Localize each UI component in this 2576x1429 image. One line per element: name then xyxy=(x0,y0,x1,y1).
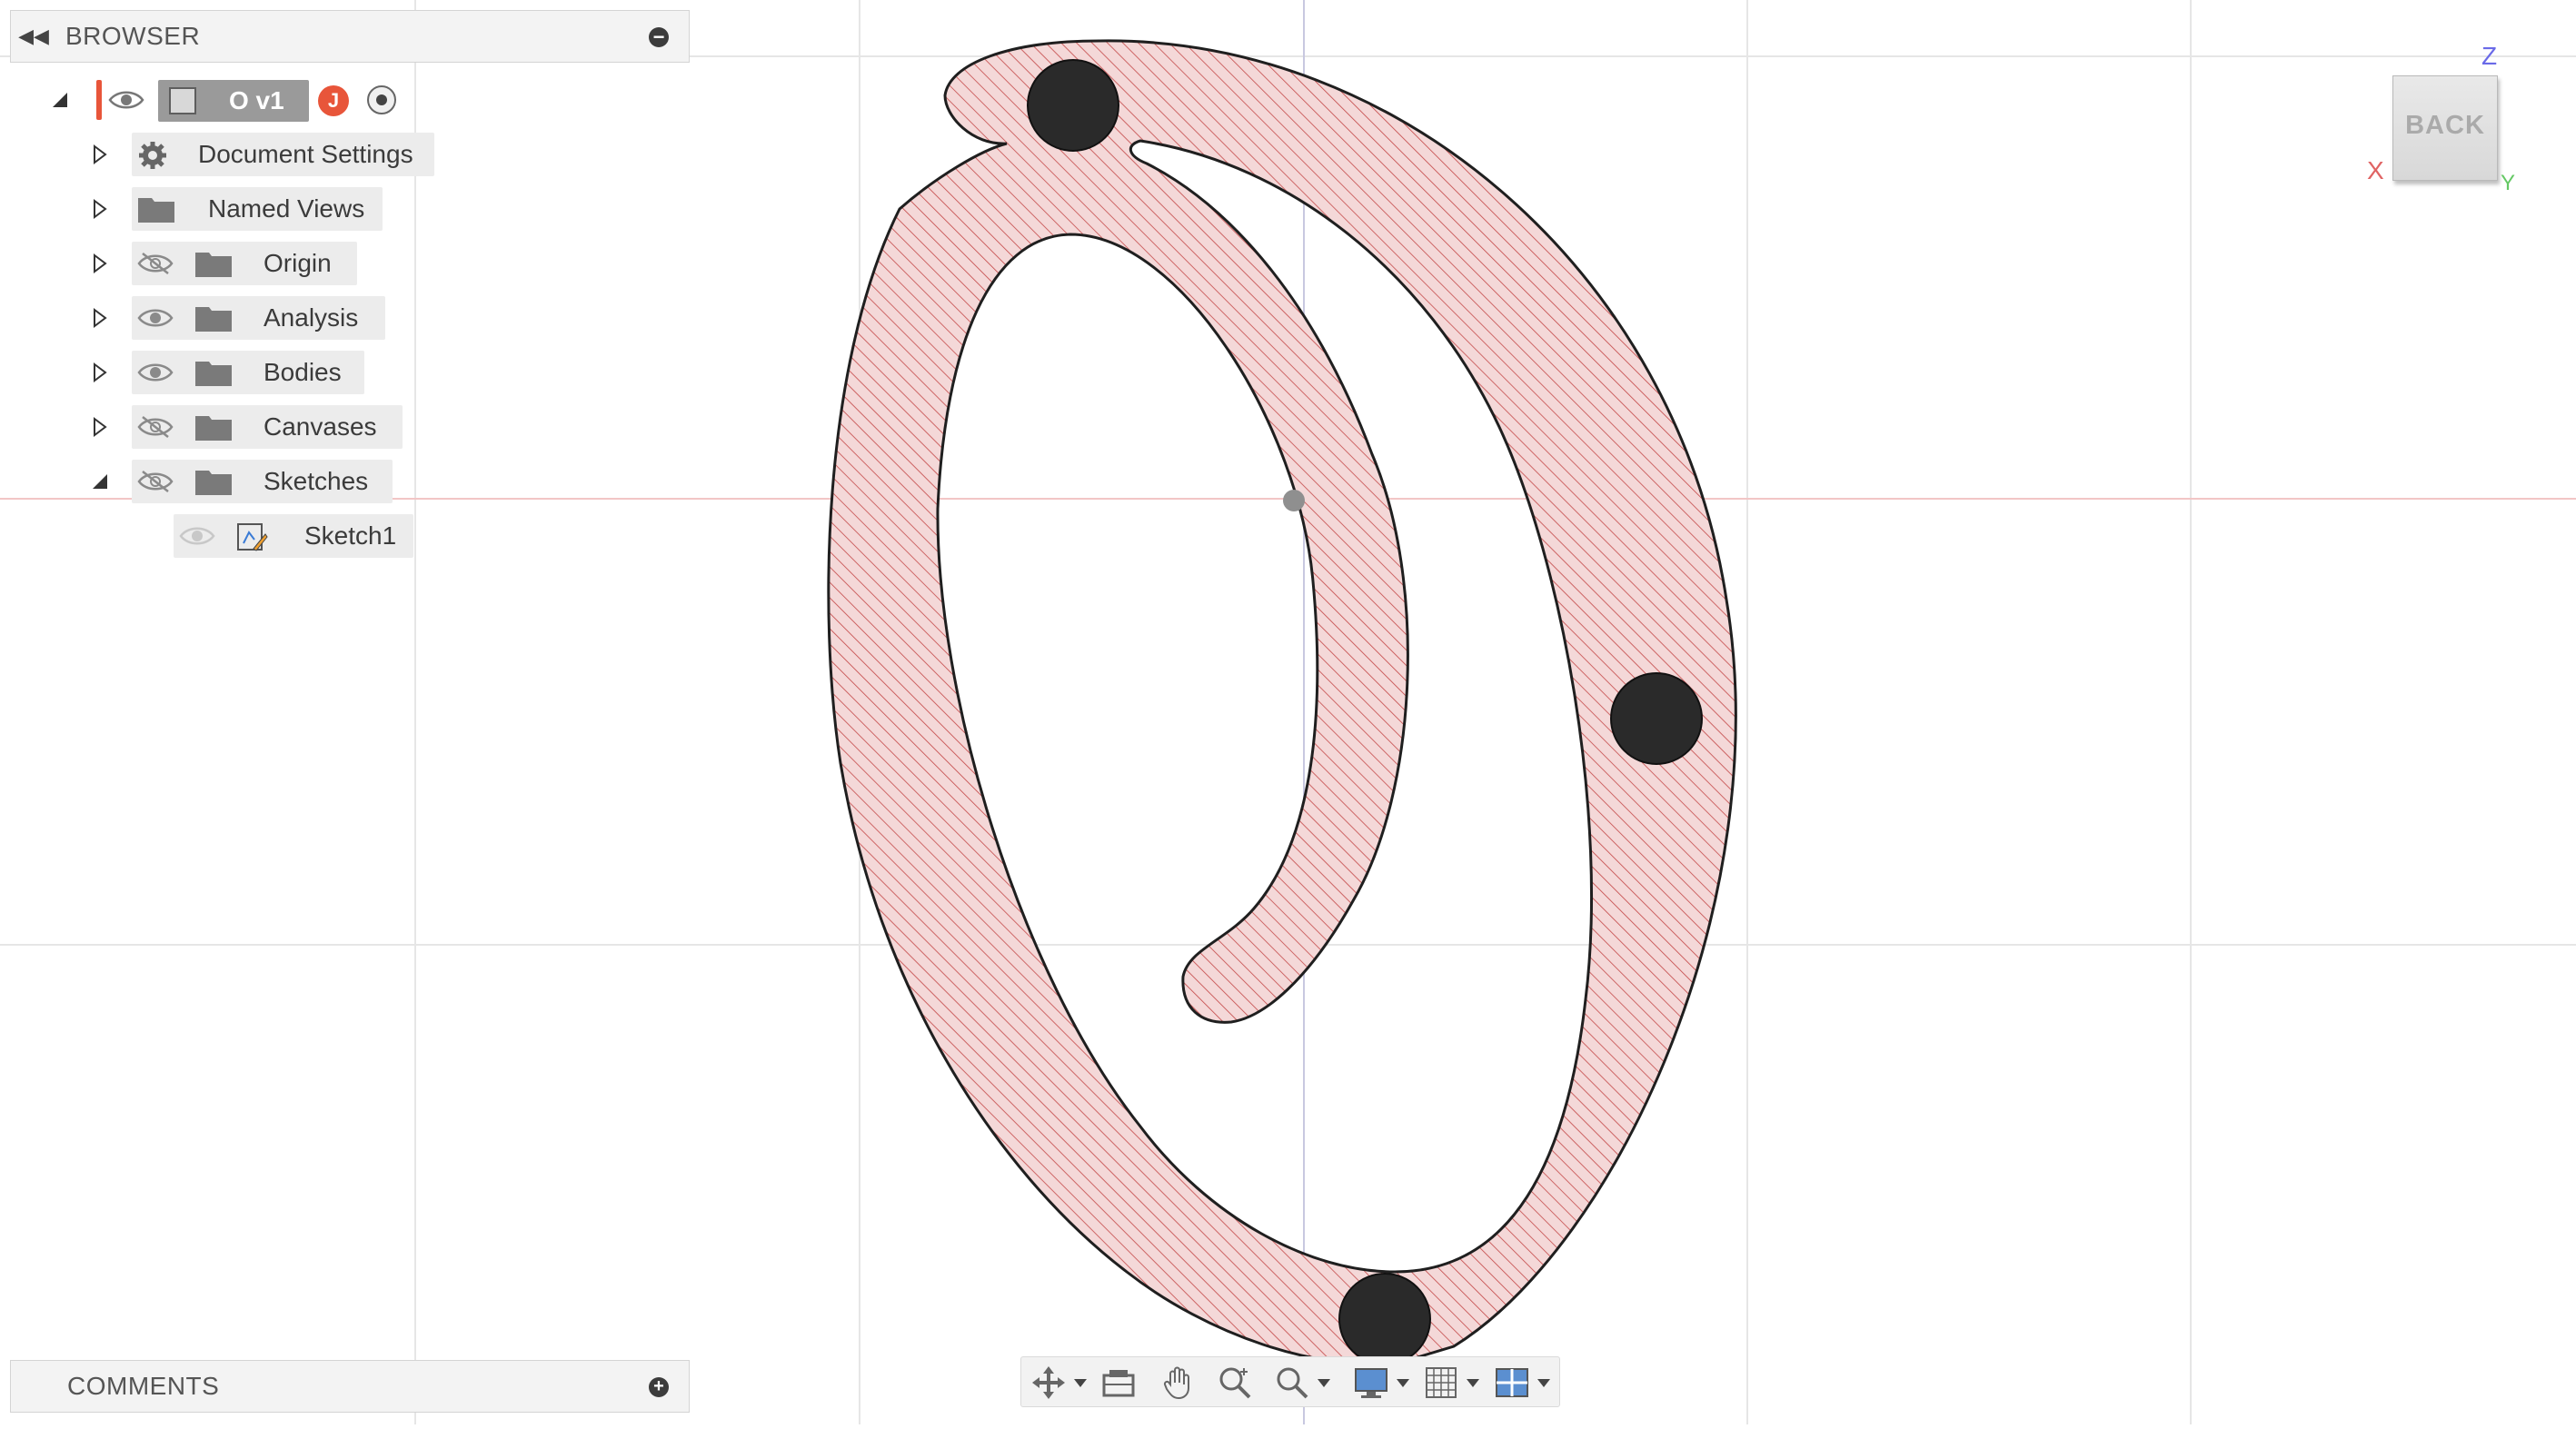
folder-icon xyxy=(195,416,232,441)
hidden-eye-icon[interactable] xyxy=(137,251,174,276)
look-at-icon xyxy=(1102,1370,1135,1397)
hole-top xyxy=(1027,59,1119,152)
display-settings-icon xyxy=(1355,1368,1387,1398)
orbit-dropdown-icon[interactable] xyxy=(1074,1378,1087,1387)
root-component-chip[interactable]: O v1 xyxy=(158,80,309,122)
grid-snaps-dropdown-icon[interactable] xyxy=(1467,1378,1479,1387)
origin-expand-icon[interactable] xyxy=(89,251,111,276)
sketch1-label: Sketch1 xyxy=(304,521,397,550)
user-initial: J xyxy=(327,89,340,112)
hole-right xyxy=(1610,672,1703,765)
display-settings-button[interactable] xyxy=(1353,1364,1409,1401)
sketches-collapse-icon[interactable] xyxy=(89,469,111,494)
zoom-fit-icon xyxy=(1277,1367,1308,1399)
sketches-label: Sketches xyxy=(264,467,369,495)
gear-icon xyxy=(137,140,168,171)
viewport-svg[interactable] xyxy=(0,0,2576,1424)
browser-title: BROWSER xyxy=(65,22,201,50)
axis-z-label: Z xyxy=(2482,42,2498,70)
viewcube-back-face[interactable]: BACK xyxy=(2392,75,2498,181)
root-active-marker xyxy=(96,80,102,120)
root-expand-icon[interactable] xyxy=(49,87,71,113)
canvas-viewport[interactable] xyxy=(0,0,2576,1424)
analysis-label: Analysis xyxy=(264,303,359,332)
zoom-fit-button[interactable] xyxy=(1274,1364,1330,1401)
canvases-label: Canvases xyxy=(264,412,377,441)
bodies-label: Bodies xyxy=(264,358,342,386)
canvases-expand-icon[interactable] xyxy=(89,414,111,440)
activate-radio-icon[interactable] xyxy=(367,85,396,114)
zoom-button[interactable] xyxy=(1217,1364,1253,1401)
origin-point-icon xyxy=(1283,490,1305,511)
look-at-button[interactable] xyxy=(1100,1364,1137,1401)
add-comment-icon[interactable]: + xyxy=(649,1377,669,1397)
comments-panel-header: COMMENTS + xyxy=(10,1360,690,1413)
hidden-eye-icon[interactable] xyxy=(137,414,174,440)
visibility-eye-icon[interactable] xyxy=(137,360,174,385)
comments-title: COMMENTS xyxy=(67,1372,220,1400)
zoom-icon xyxy=(1219,1367,1251,1399)
origin-label: Origin xyxy=(264,249,332,277)
faded-eye-icon[interactable] xyxy=(179,523,215,549)
minimize-browser-icon[interactable]: − xyxy=(649,27,669,47)
viewports-dropdown-icon[interactable] xyxy=(1537,1378,1550,1387)
grid xyxy=(0,0,2576,1424)
visibility-eye-icon[interactable] xyxy=(137,305,174,331)
axis-x-label: X xyxy=(2367,156,2384,184)
hidden-eye-icon[interactable] xyxy=(137,469,174,494)
sketch-profile xyxy=(827,39,1737,1366)
named-views-label: Named Views xyxy=(208,194,365,223)
bodies-expand-icon[interactable] xyxy=(89,360,111,385)
sketch-icon xyxy=(235,521,268,554)
orbit-button[interactable] xyxy=(1030,1364,1087,1401)
viewports-icon xyxy=(1496,1368,1528,1397)
collapse-browser-button[interactable]: ◀◀ xyxy=(11,25,56,48)
root-component-label: O v1 xyxy=(229,86,284,114)
hole-bottom xyxy=(1338,1273,1431,1365)
pan-icon xyxy=(1163,1366,1189,1400)
document-settings-label: Document Settings xyxy=(198,140,413,168)
folder-icon xyxy=(138,198,174,223)
orbit-icon xyxy=(1032,1366,1065,1399)
component-icon xyxy=(169,87,196,114)
viewcube-face-label: BACK xyxy=(2405,111,2485,140)
grid-snaps-button[interactable] xyxy=(1423,1364,1479,1401)
document-settings-expand-icon[interactable] xyxy=(89,142,111,167)
named-views-expand-icon[interactable] xyxy=(89,196,111,222)
user-avatar[interactable]: J xyxy=(318,85,349,116)
zoom-dropdown-icon[interactable] xyxy=(1318,1378,1330,1387)
browser-panel-header: ◀◀ BROWSER − xyxy=(10,10,690,63)
display-settings-dropdown-icon[interactable] xyxy=(1397,1378,1409,1387)
folder-icon xyxy=(195,307,232,332)
viewports-button[interactable] xyxy=(1494,1364,1550,1401)
root-visibility-eye-icon[interactable] xyxy=(108,87,144,113)
grid-snaps-icon xyxy=(1426,1367,1457,1398)
navigation-toolbar xyxy=(1020,1356,1560,1407)
axis-y-label: Y xyxy=(2501,171,2516,195)
analysis-expand-icon[interactable] xyxy=(89,305,111,331)
folder-icon xyxy=(195,471,232,495)
folder-icon xyxy=(195,362,232,386)
folder-icon xyxy=(195,253,232,277)
pan-button[interactable] xyxy=(1159,1364,1196,1401)
